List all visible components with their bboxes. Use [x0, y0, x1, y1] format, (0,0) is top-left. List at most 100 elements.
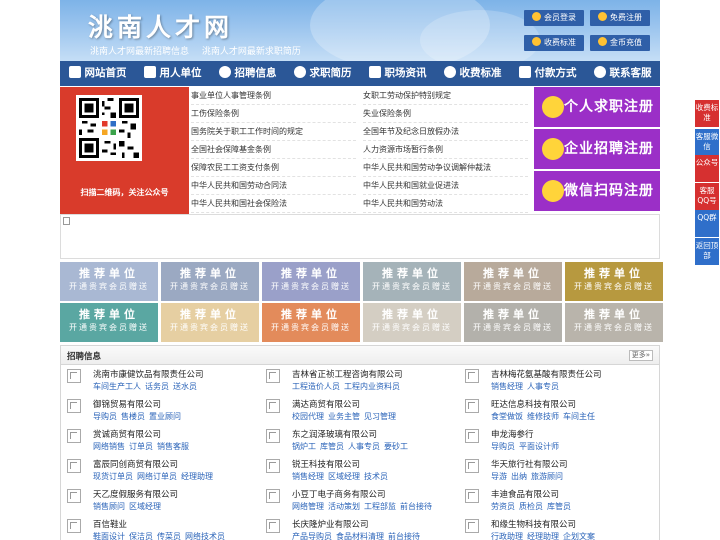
nav-payment[interactable]: 付款方式: [510, 61, 585, 86]
company-name-link[interactable]: 富辰同创商贸有限公司: [93, 458, 178, 470]
company-logo-image[interactable]: [465, 519, 479, 533]
company-logo-image[interactable]: [465, 459, 479, 473]
position-link[interactable]: 锅炉工: [292, 442, 316, 451]
company-name-link[interactable]: 旺达信息科技有限公司: [491, 398, 576, 410]
position-link[interactable]: 网络订单员: [137, 472, 177, 481]
company-logo-image[interactable]: [67, 519, 81, 533]
position-link[interactable]: 销售经理: [292, 472, 324, 481]
company-logo-image[interactable]: [465, 429, 479, 443]
position-link[interactable]: 现货订单员: [93, 472, 133, 481]
company-logo-image[interactable]: [67, 459, 81, 473]
ad-banner[interactable]: [60, 214, 660, 259]
position-link[interactable]: 人事专员: [348, 442, 380, 451]
nav-news[interactable]: 职场资讯: [360, 61, 435, 86]
position-link[interactable]: 订单员: [129, 442, 153, 451]
regulation-link[interactable]: 国务院关于职工工作时间的规定: [191, 123, 356, 141]
site-title[interactable]: 洮南人才网: [88, 8, 233, 44]
company-logo-image[interactable]: [67, 489, 81, 503]
company-name-link[interactable]: 申龙海参行: [491, 428, 534, 440]
company-name-link[interactable]: 小豆丁电子商务有限公司: [292, 488, 386, 500]
promo-card[interactable]: 推荐单位 开通贵宾会员赠送: [363, 262, 461, 301]
position-link[interactable]: 库管员: [320, 442, 344, 451]
company-logo-image[interactable]: [266, 489, 280, 503]
position-link[interactable]: 旅游顾问: [531, 472, 563, 481]
position-link[interactable]: 销售客服: [157, 442, 189, 451]
position-link[interactable]: 质检员: [519, 502, 543, 511]
position-link[interactable]: 车间主任: [563, 412, 595, 421]
position-link[interactable]: 前台接待: [388, 532, 420, 540]
position-link[interactable]: 工程部监: [364, 502, 396, 511]
position-link[interactable]: 话务员: [145, 382, 169, 391]
position-link[interactable]: 平面设计师: [519, 442, 559, 451]
regulation-link[interactable]: 中华人民共和国劳动法: [363, 195, 528, 213]
position-link[interactable]: 食品材料清理: [336, 532, 384, 540]
regulation-link[interactable]: 全国社会保障基金条例: [191, 141, 356, 159]
company-name-link[interactable]: 丰迪食品有限公司: [491, 488, 559, 500]
regulation-link[interactable]: 中华人民共和国社会保险法: [191, 195, 356, 213]
position-link[interactable]: 见习管理: [364, 412, 396, 421]
promo-card[interactable]: 推荐单位 开通贵宾会员赠送: [60, 262, 158, 301]
regulation-link[interactable]: 工伤保险条例: [191, 105, 356, 123]
position-link[interactable]: 要砂工: [384, 442, 408, 451]
company-logo-image[interactable]: [266, 459, 280, 473]
position-link[interactable]: 售楼员: [121, 412, 145, 421]
regulation-link[interactable]: 事业单位人事管理条例: [191, 87, 356, 105]
company-name-link[interactable]: 天乙度假服务有限公司: [93, 488, 178, 500]
position-link[interactable]: 出纳: [511, 472, 527, 481]
member-login-button[interactable]: 会员登录: [524, 10, 584, 26]
company-name-link[interactable]: 和缘生物科技有限公司: [491, 518, 576, 530]
nav-home[interactable]: 网站首页: [60, 61, 135, 86]
pricing-button[interactable]: 收费标准: [524, 35, 584, 51]
promo-card[interactable]: 推荐单位 开通贵宾会员赠送: [464, 262, 562, 301]
free-register-button[interactable]: 免费注册: [590, 10, 650, 26]
regulation-link[interactable]: 中华人民共和国劳动合同法: [191, 177, 356, 195]
position-link[interactable]: 校园代理: [292, 412, 324, 421]
sidebar-official-account-button[interactable]: 公众号: [695, 155, 719, 182]
company-logo-image[interactable]: [67, 369, 81, 383]
position-link[interactable]: 人事专员: [527, 382, 559, 391]
position-link[interactable]: 导游: [491, 472, 507, 481]
nav-pricing[interactable]: 收费标准: [435, 61, 510, 86]
position-link[interactable]: 销售经理: [491, 382, 523, 391]
company-name-link[interactable]: 华天旅行社有限公司: [491, 458, 568, 470]
position-link[interactable]: 工程内业资料员: [344, 382, 400, 391]
promo-card[interactable]: 推荐单位 开通贵宾会员赠送: [161, 303, 259, 342]
position-link[interactable]: 网络技术员: [185, 532, 225, 540]
position-link[interactable]: 销售顾问: [93, 502, 125, 511]
position-link[interactable]: 业务主管: [328, 412, 360, 421]
company-logo-image[interactable]: [67, 429, 81, 443]
company-name-link[interactable]: 吉林省正祯工程咨询有限公司: [292, 368, 403, 380]
promo-card[interactable]: 推荐单位 开通贵宾会员赠送: [565, 262, 663, 301]
company-logo-image[interactable]: [67, 399, 81, 413]
company-logo-image[interactable]: [465, 399, 479, 413]
company-name-link[interactable]: 百信鞋业: [93, 518, 127, 530]
position-link[interactable]: 行政助理: [491, 532, 523, 540]
promo-card[interactable]: 推荐单位 开通贵宾会员赠送: [262, 262, 360, 301]
regulation-link[interactable]: 保障农民工工资支付条例: [191, 159, 356, 177]
company-name-link[interactable]: 御锦贸易有限公司: [93, 398, 161, 410]
position-link[interactable]: 网络销售: [93, 442, 125, 451]
position-link[interactable]: 导购员: [93, 412, 117, 421]
nav-jobs[interactable]: 招聘信息: [210, 61, 285, 86]
nav-contact[interactable]: 联系客服: [585, 61, 660, 86]
sidebar-pricing-button[interactable]: 收费标准: [695, 100, 719, 127]
position-link[interactable]: 活动策划: [328, 502, 360, 511]
promo-card[interactable]: 推荐单位 开通贵宾会员赠送: [161, 262, 259, 301]
position-link[interactable]: 经理助理: [181, 472, 213, 481]
company-logo-image[interactable]: [266, 429, 280, 443]
position-link[interactable]: 鞋面设计: [93, 532, 125, 540]
coin-recharge-button[interactable]: 金币充值: [590, 35, 650, 51]
sidebar-qq-group-button[interactable]: QQ群: [695, 210, 719, 237]
company-name-link[interactable]: 洮南市康健饮品有限责任公司: [93, 368, 204, 380]
company-logo-image[interactable]: [266, 369, 280, 383]
position-link[interactable]: 经理助理: [527, 532, 559, 540]
regulation-link[interactable]: 中华人民共和国就业促进法: [363, 177, 528, 195]
position-link[interactable]: 食堂做饭: [491, 412, 523, 421]
position-link[interactable]: 劳资员: [491, 502, 515, 511]
position-link[interactable]: 工程造价人员: [292, 382, 340, 391]
position-link[interactable]: 区域经理: [129, 502, 161, 511]
regulation-link[interactable]: 全国年节及纪念日放假办法: [363, 123, 528, 141]
company-register-button[interactable]: 企业招聘注册: [534, 129, 660, 169]
company-name-link[interactable]: 长庆隆炉业有限公司: [292, 518, 369, 530]
promo-card[interactable]: 推荐单位 开通贵宾会员赠送: [565, 303, 663, 342]
